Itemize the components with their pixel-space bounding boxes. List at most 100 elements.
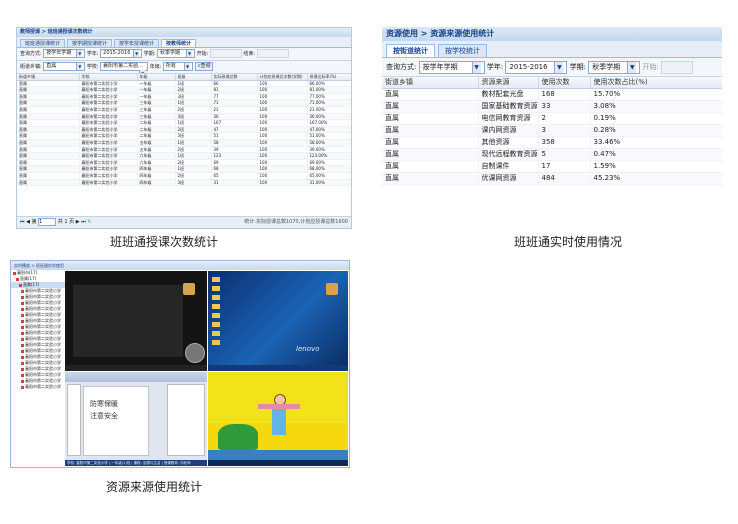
table-row[interactable]: 直属 襄阳市第二实验小学 二年级 3班 51 100 51.00% [17,132,351,140]
tab-1[interactable]: 班班通授课统计 [20,39,66,47]
table-cell: 直属 [382,112,479,125]
start-date-input[interactable] [209,49,242,58]
table-cell: 襄阳市第二实验小学 [79,99,138,107]
first-page-icon[interactable]: ⏮ [20,219,25,225]
node-icon [21,373,24,377]
table-row[interactable]: 直属 教材配套光盘 168 15.70% [382,88,722,101]
doc-page: 防寒保暖 注意安全 [83,386,149,456]
classroom-screen-3[interactable]: 防寒保暖 注意安全 学校: 襄阳市第二实验小学 | 一年级(1)班 | 课程: … [65,372,207,466]
table-cell: 直属 [17,99,80,107]
table-cell: 47.00% [307,126,351,134]
classroom-screen-4[interactable] [208,372,348,466]
table-cell: 1班 [175,165,212,173]
school-select[interactable]: 襄阳市第二实验... ▼ [100,62,149,73]
table-row[interactable]: 直属 襄阳市第二实验小学 四年级 1班 68 100 68.00% [17,165,351,173]
table-cell: 襄阳市第二实验小学 [79,106,138,114]
table-cell: 现代远程教育资源 [478,148,539,161]
table-cell: 直属 [17,113,80,121]
table-cell: 襄阳市第二实验小学 [79,139,138,147]
table-cell: 81 [211,86,258,94]
classroom-screen-1[interactable] [65,271,207,371]
tree-node-label: 襄阳市第二实验小学 [25,348,61,353]
table-row[interactable]: 直属 现代远程教育资源 5 0.47% [382,148,722,161]
start-date-input[interactable] [661,60,694,74]
table-cell: 四年级 [137,179,176,187]
tab-2[interactable]: 按学期授课统计 [67,39,113,47]
table-row[interactable]: 直属 襄阳市第二实验小学 二年级 1班 167 100 167.00% [17,119,351,127]
table-cell: 81.00% [307,86,351,94]
start-label: 开始: [642,63,659,71]
last-page-icon[interactable]: ⏭ [81,219,86,225]
table-cell: 66.00% [307,80,351,88]
classroom-screen-2[interactable]: lenovo [208,271,348,371]
table-cell: 2班 [175,159,212,167]
end-date-input[interactable] [256,49,289,58]
table-cell: 襄阳市第二实验小学 [79,80,138,88]
table-cell: 直属 [17,93,80,101]
table-row[interactable]: 直属 襄阳市第二实验小学 三年级 2班 21 100 21.00% [17,106,351,114]
panel-title: 教师授课 > 班班通授课次数统计 [17,28,351,37]
table-row[interactable]: 直属 优课网资源 484 45.23% [382,172,722,185]
column-header[interactable]: 使用次数 [538,77,591,89]
table-row[interactable]: 直属 国家基础教育资源 33 3.08% [382,100,722,113]
tree-node[interactable]: 襄阳市第二实验小学 [11,384,67,390]
table-cell: 47 [211,126,258,134]
query-mode-select[interactable]: 按学年学期 ▼ [43,49,86,58]
table-cell: 3班 [175,179,212,187]
table-row[interactable]: 直属 其他资源 358 33.46% [382,136,722,149]
table-row[interactable]: 直属 襄阳市第二实验小学 六年级 1班 123 100 123.00% [17,152,351,160]
column-header[interactable]: 计划应授课总次数(学期) [257,74,308,81]
year-select[interactable]: 2015-2016 ▼ [505,60,568,74]
table-row[interactable]: 直属 襄阳市第二实验小学 六年级 2班 69 100 69.00% [17,159,351,167]
school-label: 学校: [86,64,99,70]
table-row[interactable]: 直属 自制课件 17 1.59% [382,160,722,173]
table-cell: 58 [211,139,258,147]
prev-page-icon[interactable]: ◀ [26,219,30,225]
table-row[interactable]: 直属 襄阳市第二实验小学 五年级 2班 39 100 39.00% [17,146,351,154]
table-cell: 2班 [175,172,212,180]
table-cell: 直属 [382,100,479,113]
table-row[interactable]: 直属 课内网资源 3 0.28% [382,124,722,137]
search-button[interactable]: ⌕查询 [194,62,214,71]
refresh-icon[interactable]: ↻ [87,219,91,225]
table-cell: 二年级 [137,126,176,134]
table-cell: 100 [257,146,308,154]
tree-node-label: 襄阳市第二实验小学 [25,336,61,341]
table-row[interactable]: 直属 襄阳市第二实验小学 一年级 1班 66 100 66.00% [17,80,351,88]
column-header[interactable]: 使用次数占比(%) [590,77,722,89]
table-cell: 51.00% [307,132,351,140]
table-cell: 39 [211,146,258,154]
table-cell: 15.70% [590,88,722,101]
table-row[interactable]: 直属 襄阳市第二实验小学 二年级 2班 47 100 47.00% [17,126,351,134]
page-label: 第 [31,219,37,225]
tab-3[interactable]: 按学年授课统计 [114,39,160,47]
query-mode-select[interactable]: 按学年学期 ▼ [418,60,485,74]
semester-select[interactable]: 秋季学期 ▼ [157,49,196,58]
node-icon [21,343,24,347]
semester-select[interactable]: 秋季学期 ▼ [588,60,641,74]
grade-select[interactable]: 所有 ▼ [163,62,194,71]
table-row[interactable]: 直属 襄阳市第二实验小学 四年级 3班 31 100 31.00% [17,179,351,187]
node-icon [13,271,16,275]
node-icon [21,385,24,389]
table-row[interactable]: 直属 襄阳市第二实验小学 五年级 1班 58 100 58.00% [17,139,351,147]
table-cell: 襄阳市第二实验小学 [79,132,138,140]
year-select[interactable]: 2015-2016 ▼ [100,49,143,58]
table-row[interactable]: 直属 襄阳市第二实验小学 一年级 3班 77 100 77.00% [17,93,351,101]
table-row[interactable]: 直属 襄阳市第二实验小学 一年级 2班 81 100 81.00% [17,86,351,94]
tab-4[interactable]: 按教师统计 [161,39,197,47]
page-input[interactable]: 1 [38,218,57,226]
lesson-count-table: 街道乡镇 学校 年级 班级 实际授课总数 计划应授课总次数(学期) 授课达标率(%) 直属襄… [17,74,351,187]
tree-node-label: 襄阳市第二实验小学 [25,354,61,359]
town-select[interactable]: 直属 ▼ [43,62,86,71]
table-row[interactable]: 直属 电信网教育资源 2 0.19% [382,112,722,125]
table-row[interactable]: 直属 襄阳市第二实验小学 四年级 2班 65 100 65.00% [17,172,351,180]
next-page-icon[interactable]: ▶ [76,219,80,225]
tab-2[interactable]: 按学校统计 [438,44,487,57]
table-row[interactable]: 直属 襄阳市第二实验小学 三年级 1班 71 100 71.00% [17,99,351,107]
table-row[interactable]: 直属 襄阳市第二实验小学 三年级 3班 36 100 36.00% [17,113,351,121]
chevron-down-icon: ▼ [471,61,481,73]
column-header[interactable]: 街道乡镇 [382,77,479,89]
column-header[interactable]: 资源来源 [478,77,539,89]
tab-1[interactable]: 按街道统计 [386,44,435,57]
